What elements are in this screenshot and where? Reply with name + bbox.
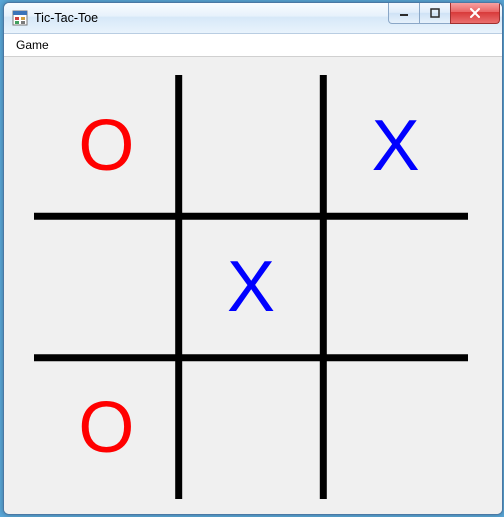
cell-mark: O bbox=[78, 387, 134, 469]
app-icon bbox=[12, 10, 28, 26]
cell-0-0[interactable]: O bbox=[34, 75, 179, 216]
cell-2-1[interactable] bbox=[179, 358, 324, 499]
window-title: Tic-Tac-Toe bbox=[34, 11, 98, 25]
cell-mark: X bbox=[372, 105, 420, 187]
close-icon bbox=[469, 8, 481, 18]
cell-1-1[interactable]: X bbox=[179, 216, 324, 357]
cell-1-0[interactable] bbox=[34, 216, 179, 357]
maximize-icon bbox=[430, 8, 440, 18]
cell-mark: O bbox=[78, 105, 134, 187]
cell-2-2[interactable] bbox=[323, 358, 468, 499]
cell-1-2[interactable] bbox=[323, 216, 468, 357]
minimize-button[interactable] bbox=[388, 3, 420, 24]
title-bar[interactable]: Tic-Tac-Toe bbox=[4, 3, 502, 34]
close-button[interactable] bbox=[450, 3, 500, 24]
cell-mark: X bbox=[227, 246, 275, 328]
cell-2-0[interactable]: O bbox=[34, 358, 179, 499]
window-controls bbox=[389, 3, 500, 33]
menu-item-game[interactable]: Game bbox=[8, 36, 57, 54]
menu-bar: Game bbox=[4, 34, 502, 57]
cell-0-1[interactable] bbox=[179, 75, 324, 216]
app-window: Tic-Tac-Toe Game bbox=[3, 2, 503, 515]
client-area: O X X O bbox=[4, 57, 502, 514]
cell-0-2[interactable]: X bbox=[323, 75, 468, 216]
game-board: O X X O bbox=[34, 75, 468, 499]
minimize-icon bbox=[399, 8, 409, 18]
maximize-button[interactable] bbox=[419, 3, 451, 24]
